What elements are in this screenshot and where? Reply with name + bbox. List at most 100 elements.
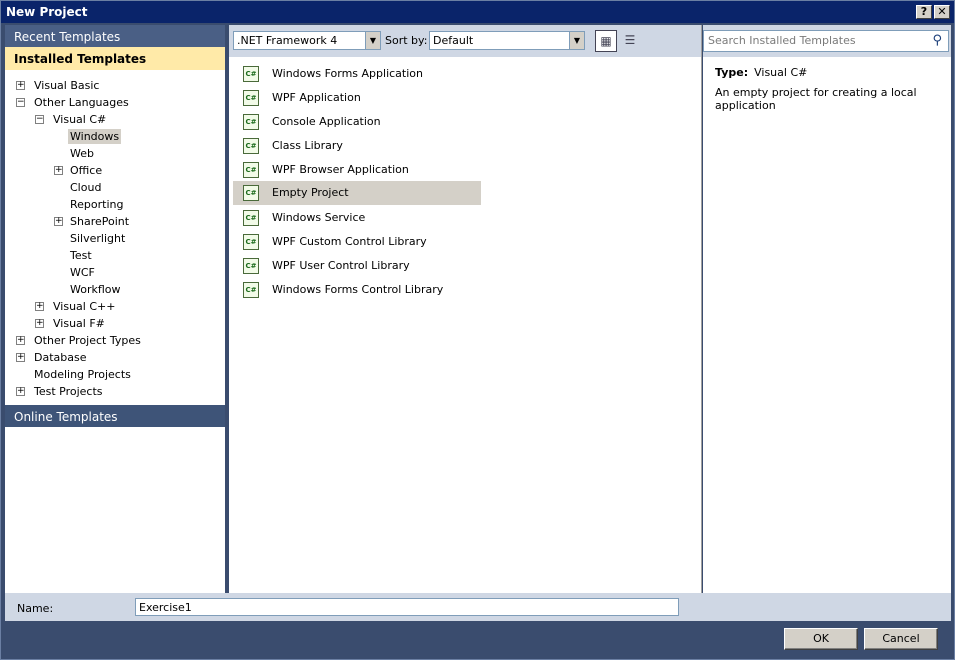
medium-icons-view-icon[interactable]: ▦ xyxy=(595,30,617,52)
new-project-dialog: New Project ? ✕ Recent Templates Install… xyxy=(0,0,955,660)
tree-item-modeling-projects[interactable]: Modeling Projects xyxy=(32,368,133,381)
cancel-button[interactable]: Cancel xyxy=(864,628,938,650)
expand-icon[interactable]: + xyxy=(35,302,44,311)
template-details-pane: Search Installed Templates ⚲ Type: Visual… xyxy=(703,25,951,593)
expand-icon[interactable]: + xyxy=(35,319,44,328)
template-label: WPF User Control Library xyxy=(272,259,410,272)
tree-item-label: Database xyxy=(34,351,87,364)
template-class-library[interactable]: C# Class Library xyxy=(233,134,481,158)
tree-item-label: Visual C++ xyxy=(53,300,116,313)
framework-select[interactable]: .NET Framework 4 ▼ xyxy=(233,31,381,50)
close-button[interactable]: ✕ xyxy=(934,5,950,19)
tree-item-label: Workflow xyxy=(70,283,121,296)
tree-item-sharepoint[interactable]: + SharePoint xyxy=(54,215,131,228)
tree-item-label: Web xyxy=(70,147,94,160)
template-label: WPF Custom Control Library xyxy=(272,235,427,248)
csharp-template-icon: C# xyxy=(243,282,259,298)
template-label: Windows Forms Control Library xyxy=(272,283,444,296)
name-label: Name: xyxy=(17,602,54,615)
tree-item-wcf[interactable]: WCF xyxy=(68,266,97,279)
tree-item-windows[interactable]: Windows xyxy=(68,129,122,144)
tree-item-label: Visual F# xyxy=(53,317,105,330)
template-label: Class Library xyxy=(272,139,343,152)
tree-item-label: Reporting xyxy=(70,198,124,211)
tree-item-label: Cloud xyxy=(70,181,102,194)
expand-icon[interactable]: + xyxy=(16,353,25,362)
tree-item-reporting[interactable]: Reporting xyxy=(68,198,125,211)
recent-templates-header[interactable]: Recent Templates xyxy=(5,25,225,47)
template-wpf-custom-control-library[interactable]: C# WPF Custom Control Library xyxy=(233,230,481,254)
tree-item-label: Test xyxy=(70,249,92,262)
name-bar: Name: xyxy=(5,593,951,621)
project-name-input[interactable] xyxy=(135,598,679,616)
dropdown-arrow-icon[interactable]: ▼ xyxy=(569,32,584,49)
template-description: An empty project for creating a local ap… xyxy=(715,86,917,112)
tree-item-database[interactable]: + Database xyxy=(16,351,89,364)
template-empty-project[interactable]: C# Empty Project xyxy=(233,181,481,205)
template-windows-forms-control-library[interactable]: C# Windows Forms Control Library xyxy=(233,278,481,302)
csharp-template-icon: C# xyxy=(243,138,259,154)
tree-item-label: Visual Basic xyxy=(34,79,100,92)
tree-item-visual-cpp[interactable]: + Visual C++ xyxy=(35,300,117,313)
template-label: WPF Application xyxy=(272,91,361,104)
template-console-application[interactable]: C# Console Application xyxy=(233,110,481,134)
pane-divider[interactable] xyxy=(701,25,702,593)
tree-item-visual-fsharp[interactable]: + Visual F# xyxy=(35,317,107,330)
template-wpf-user-control-library[interactable]: C# WPF User Control Library xyxy=(233,254,481,278)
template-list: C# Windows Forms Application C# WPF Appl… xyxy=(229,57,701,593)
ok-button[interactable]: OK xyxy=(784,628,858,650)
expand-icon[interactable]: + xyxy=(16,387,25,396)
list-view-icon[interactable]: ☰ xyxy=(619,30,641,52)
template-label: Windows Forms Application xyxy=(272,67,423,80)
tree-item-other-project-types[interactable]: + Other Project Types xyxy=(16,334,143,347)
dialog-button-bar: OK Cancel xyxy=(5,621,951,657)
csharp-template-icon: C# xyxy=(243,66,259,82)
search-placeholder: Search Installed Templates xyxy=(708,34,856,47)
tree-item-office[interactable]: + Office xyxy=(54,164,104,177)
tree-item-label: Silverlight xyxy=(70,232,126,245)
collapse-icon[interactable]: − xyxy=(16,98,25,107)
online-templates-header[interactable]: Online Templates xyxy=(5,405,225,427)
template-type: Type: Visual C# xyxy=(715,66,807,79)
expand-icon[interactable]: + xyxy=(16,336,25,345)
tree-item-label: Modeling Projects xyxy=(34,368,131,381)
template-label: Console Application xyxy=(272,115,381,128)
expand-icon[interactable]: + xyxy=(54,166,63,175)
tree-item-workflow[interactable]: Workflow xyxy=(68,283,123,296)
template-wpf-browser-application[interactable]: C# WPF Browser Application xyxy=(233,158,481,182)
template-toolbar: .NET Framework 4 ▼ Sort by: Default ▼ ▦ … xyxy=(229,25,701,57)
search-installed-templates-input[interactable]: Search Installed Templates ⚲ xyxy=(703,30,949,52)
tree-item-other-languages[interactable]: − Other Languages xyxy=(16,96,131,109)
collapse-icon[interactable]: − xyxy=(35,115,44,124)
template-windows-service[interactable]: C# Windows Service xyxy=(233,206,481,230)
expand-icon[interactable]: + xyxy=(16,81,25,90)
tree-item-silverlight[interactable]: Silverlight xyxy=(68,232,127,245)
csharp-template-icon: C# xyxy=(243,258,259,274)
expand-icon[interactable]: + xyxy=(54,217,63,226)
template-wpf-application[interactable]: C# WPF Application xyxy=(233,86,481,110)
tree-item-label: Test Projects xyxy=(34,385,103,398)
tree-item-test-projects[interactable]: + Test Projects xyxy=(16,385,105,398)
dropdown-arrow-icon[interactable]: ▼ xyxy=(365,32,380,49)
template-windows-forms-application[interactable]: C# Windows Forms Application xyxy=(233,62,481,86)
csharp-template-icon: C# xyxy=(243,234,259,250)
template-category-pane: Recent Templates Installed Templates + V… xyxy=(5,25,225,593)
template-label: WPF Browser Application xyxy=(272,163,409,176)
tree-item-web[interactable]: Web xyxy=(68,147,96,160)
tree-item-visual-csharp[interactable]: − Visual C# xyxy=(35,113,108,126)
framework-select-value: .NET Framework 4 xyxy=(237,34,338,47)
sort-by-label: Sort by: xyxy=(385,34,428,47)
tree-item-label: Other Project Types xyxy=(34,334,141,347)
tree-item-visual-basic[interactable]: + Visual Basic xyxy=(16,79,101,92)
tree-item-label: WCF xyxy=(70,266,95,279)
installed-templates-header[interactable]: Installed Templates xyxy=(5,47,225,70)
tree-item-cloud[interactable]: Cloud xyxy=(68,181,103,194)
tree-item-test[interactable]: Test xyxy=(68,249,94,262)
search-icon[interactable]: ⚲ xyxy=(932,33,942,48)
csharp-template-icon: C# xyxy=(243,210,259,226)
help-button[interactable]: ? xyxy=(916,5,932,19)
sort-select-value: Default xyxy=(433,34,474,47)
template-label: Empty Project xyxy=(272,186,349,199)
sort-select[interactable]: Default ▼ xyxy=(429,31,585,50)
csharp-template-icon: C# xyxy=(243,162,259,178)
